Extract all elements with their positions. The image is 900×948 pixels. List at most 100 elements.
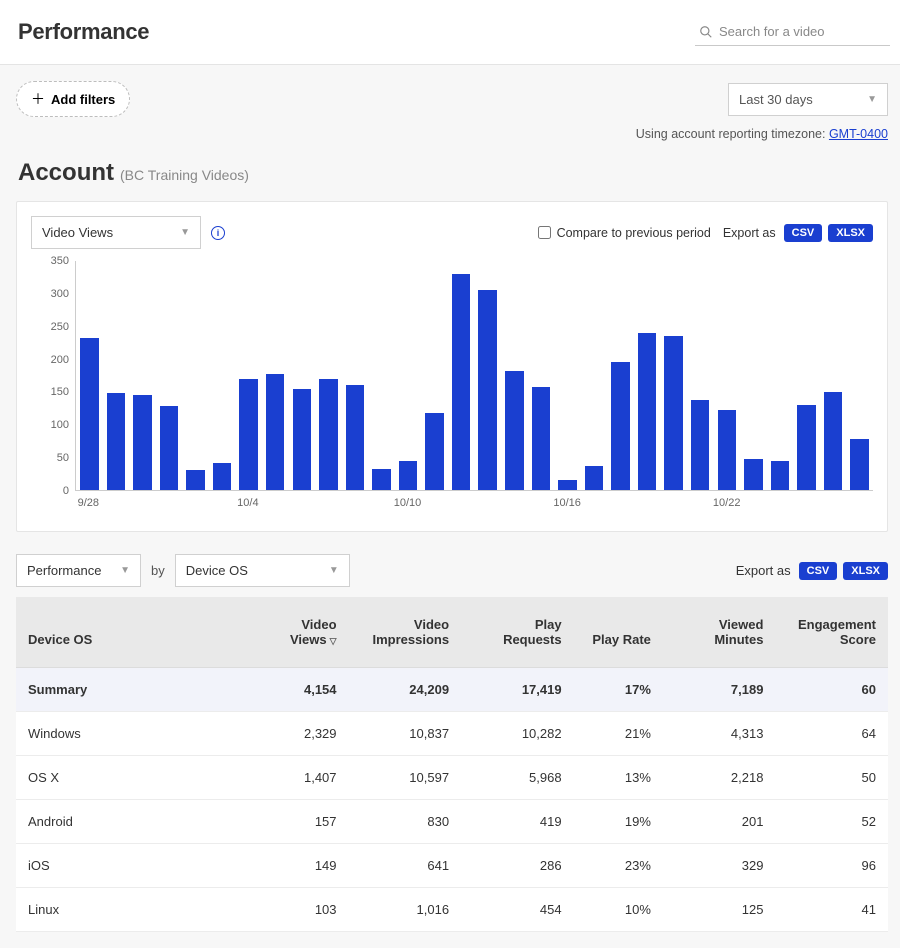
cell-play-rate: 13% xyxy=(574,756,663,800)
cell-viewed-minutes: 329 xyxy=(663,844,776,888)
summary-label: Summary xyxy=(16,668,236,712)
chart-bar[interactable] xyxy=(133,395,152,490)
date-range-select[interactable]: Last 30 days ▼ xyxy=(728,83,888,116)
cell-video-views: 2,329 xyxy=(236,712,349,756)
table-summary-row: Summary 4,154 24,209 17,419 17% 7,189 60 xyxy=(16,668,888,712)
bar-slot xyxy=(848,261,871,490)
bar-slot xyxy=(609,261,632,490)
chart-bar[interactable] xyxy=(691,400,710,490)
export-label: Export as xyxy=(736,563,791,578)
chart-bar[interactable] xyxy=(107,393,126,490)
table-row[interactable]: Android15783041919%20152 xyxy=(16,800,888,844)
chart-toolbar: Video Views ▼ i Compare to previous peri… xyxy=(31,216,873,249)
bar-slot xyxy=(556,261,579,490)
bar-slot xyxy=(184,261,207,490)
chart-bar[interactable] xyxy=(850,439,869,490)
summary-video-views: 4,154 xyxy=(236,668,349,712)
chart-bar[interactable] xyxy=(611,362,630,490)
th-play-rate[interactable]: Play Rate xyxy=(574,597,663,668)
performance-select[interactable]: Performance ▼ xyxy=(16,554,141,587)
page-title: Performance xyxy=(18,19,149,45)
compare-checkbox[interactable]: Compare to previous period xyxy=(538,226,711,240)
chart-bar[interactable] xyxy=(186,470,205,490)
export-csv-button[interactable]: CSV xyxy=(799,562,838,580)
th-dimension[interactable]: Device OS xyxy=(16,597,236,668)
bar-slot xyxy=(370,261,393,490)
cell-play-rate: 23% xyxy=(574,844,663,888)
cell-label: Linux xyxy=(16,888,236,932)
chart-bar[interactable] xyxy=(664,336,683,490)
chart-bar[interactable] xyxy=(346,385,365,490)
search-input[interactable] xyxy=(719,24,886,39)
bar-slot xyxy=(344,261,367,490)
th-video-views[interactable]: Video Views▽ xyxy=(236,597,349,668)
breakdown-row: Performance ▼ by Device OS ▼ Export as C… xyxy=(16,554,888,587)
x-tick-label: 10/4 xyxy=(237,497,258,509)
cell-play-requests: 419 xyxy=(461,800,574,844)
dimension-select[interactable]: Device OS ▼ xyxy=(175,554,350,587)
bar-slot xyxy=(769,261,792,490)
info-icon[interactable]: i xyxy=(211,226,225,240)
table-row[interactable]: Linux1031,01645410%12541 xyxy=(16,888,888,932)
chart-bar[interactable] xyxy=(372,469,391,490)
cell-label: Android xyxy=(16,800,236,844)
export-xlsx-button[interactable]: XLSX xyxy=(843,562,888,580)
chart-bar[interactable] xyxy=(160,406,179,490)
add-filters-label: Add filters xyxy=(51,92,115,107)
chart-y-axis: 050100150200250300350 xyxy=(31,261,75,491)
chart-bar[interactable] xyxy=(80,338,99,490)
bar-slot xyxy=(450,261,473,490)
cell-video-impressions: 830 xyxy=(349,800,462,844)
chevron-down-icon: ▼ xyxy=(329,565,339,576)
chart-bar[interactable] xyxy=(744,459,763,490)
chart-bar[interactable] xyxy=(505,371,524,490)
table-row[interactable]: Windows2,32910,83710,28221%4,31364 xyxy=(16,712,888,756)
timezone-link[interactable]: GMT-0400 xyxy=(829,127,888,141)
bar-slot xyxy=(397,261,420,490)
chart-bar[interactable] xyxy=(532,387,551,490)
export-csv-button[interactable]: CSV xyxy=(784,224,823,242)
chart-bar[interactable] xyxy=(478,290,497,490)
compare-checkbox-input[interactable] xyxy=(538,226,551,239)
chart-bar[interactable] xyxy=(797,405,816,490)
chart-bar[interactable] xyxy=(293,389,312,490)
add-filters-button[interactable]: ＋ Add filters xyxy=(16,81,130,117)
x-tick-label: 10/10 xyxy=(394,497,422,509)
th-video-impressions[interactable]: Video Impressions xyxy=(349,597,462,668)
chart-bar[interactable] xyxy=(824,392,843,490)
chart-bar[interactable] xyxy=(585,466,604,490)
y-tick-label: 300 xyxy=(51,288,69,300)
summary-play-rate: 17% xyxy=(574,668,663,712)
table-row[interactable]: iOS14964128623%32996 xyxy=(16,844,888,888)
chart-bar[interactable] xyxy=(239,379,258,490)
metric-select[interactable]: Video Views ▼ xyxy=(31,216,201,249)
cell-label: Windows xyxy=(16,712,236,756)
chart-bar[interactable] xyxy=(558,480,577,490)
video-search[interactable] xyxy=(695,18,890,46)
chart-bar[interactable] xyxy=(266,374,285,490)
export-xlsx-button[interactable]: XLSX xyxy=(828,224,873,242)
chart-bar[interactable] xyxy=(638,333,657,490)
cell-video-impressions: 10,837 xyxy=(349,712,462,756)
cell-label: iOS xyxy=(16,844,236,888)
chart-bar[interactable] xyxy=(718,410,737,490)
chart-bar[interactable] xyxy=(319,379,338,490)
cell-video-impressions: 641 xyxy=(349,844,462,888)
timezone-line: Using account reporting timezone: GMT-04… xyxy=(16,127,888,141)
chart-bar[interactable] xyxy=(213,463,232,490)
chart-bar[interactable] xyxy=(399,461,418,490)
chart-bar[interactable] xyxy=(452,274,471,490)
chart-bar[interactable] xyxy=(425,413,444,490)
th-viewed-minutes[interactable]: Viewed Minutes xyxy=(663,597,776,668)
table-body: Summary 4,154 24,209 17,419 17% 7,189 60… xyxy=(16,668,888,932)
chart-bar[interactable] xyxy=(771,461,790,490)
th-engagement-score[interactable]: Engagement Score xyxy=(775,597,888,668)
table-row[interactable]: OS X1,40710,5975,96813%2,21850 xyxy=(16,756,888,800)
main-region: ＋ Add filters Last 30 days ▼ Using accou… xyxy=(0,65,900,948)
export-label: Export as xyxy=(723,226,776,240)
table-export-group: Export as CSV XLSX xyxy=(736,562,888,580)
performance-select-value: Performance xyxy=(27,563,101,578)
bar-slot xyxy=(476,261,499,490)
timezone-prefix: Using account reporting timezone: xyxy=(636,127,829,141)
th-play-requests[interactable]: Play Requests xyxy=(461,597,574,668)
